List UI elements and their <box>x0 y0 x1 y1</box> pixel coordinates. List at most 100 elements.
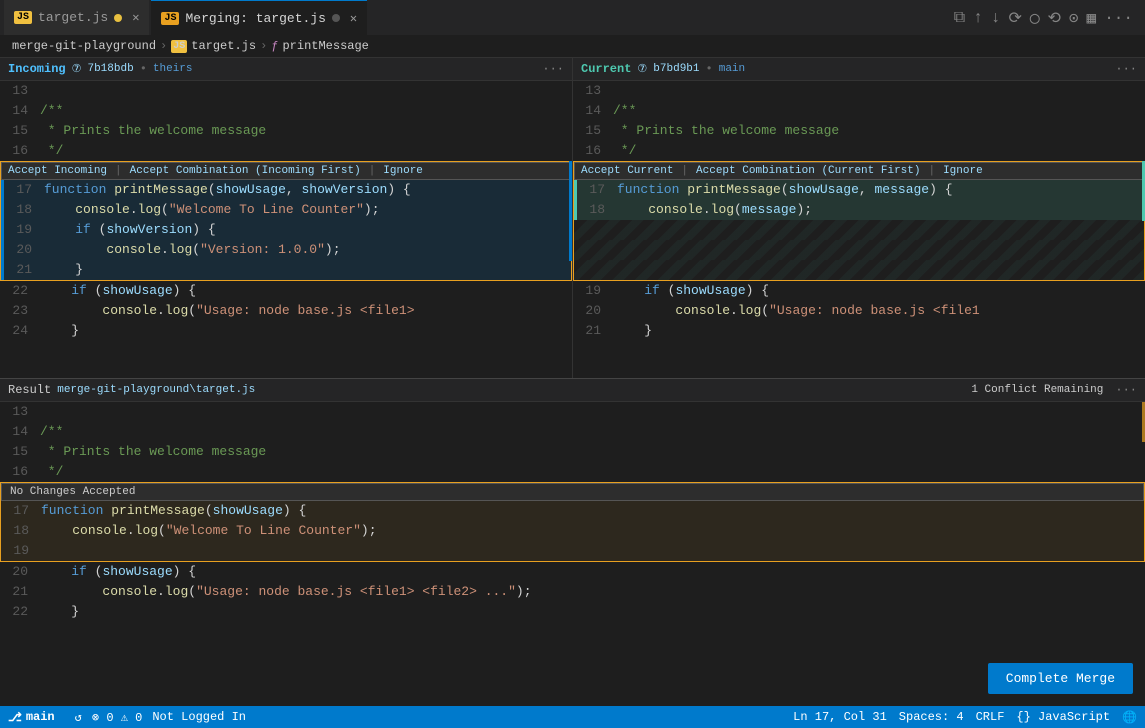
tab-close-icon[interactable]: ✕ <box>350 11 357 26</box>
result-body: 13 14 /** 15 * Prints the welcome messag… <box>0 402 1145 706</box>
sync-icon[interactable]: ↺ <box>75 710 82 725</box>
settings-icon[interactable]: ⊙ <box>1069 8 1079 28</box>
result-conflict-line-18[interactable]: 18 console.log("Welcome To Line Counter"… <box>1 521 1144 541</box>
incoming-more-icon[interactable]: ··· <box>542 62 564 76</box>
tab-merging-target-js[interactable]: JS Merging: target.js ✕ <box>151 0 367 35</box>
complete-merge-button[interactable]: Complete Merge <box>988 663 1133 694</box>
current-label: Current <box>581 62 631 76</box>
func-icon: ƒ <box>271 39 278 53</box>
breadcrumb: merge-git-playground › JS target.js › ƒ … <box>0 35 1145 58</box>
ignore-current-link[interactable]: Ignore <box>943 165 983 177</box>
current-striped-2 <box>574 240 1144 260</box>
breadcrumb-js-icon: JS <box>171 40 187 53</box>
current-conflict-block: Accept Current | Accept Combination (Cur… <box>573 161 1145 281</box>
code-line-23: 23 console.log("Usage: node base.js <fil… <box>0 301 572 321</box>
breadcrumb-workspace[interactable]: merge-git-playground <box>12 39 156 53</box>
breadcrumb-file[interactable]: target.js <box>191 39 256 53</box>
current-pane-body: 13 14 /** 15 * Prints the welcome messag… <box>573 81 1145 378</box>
top-panes: Incoming ⑦ 7b18bdb • theirs ··· 13 14 /*… <box>0 58 1145 378</box>
split-editor-icon[interactable]: ⧉ <box>954 9 965 27</box>
tab-target-js[interactable]: JS target.js ✕ <box>4 0 149 35</box>
incoming-pane-header: Incoming ⑦ 7b18bdb • theirs ··· <box>0 58 572 81</box>
result-conflict-line-19: 19 <box>1 541 1144 561</box>
result-line-13: 13 <box>0 402 1145 422</box>
conflict-line-17-current: 17 function printMessage(showUsage, mess… <box>574 180 1144 200</box>
incoming-scroll-indicator <box>569 161 572 261</box>
current-action-bar: Accept Current | Accept Combination (Cur… <box>574 162 1144 180</box>
result-line-16: 16 */ <box>0 462 1145 482</box>
incoming-code-view: 13 14 /** 15 * Prints the welcome messag… <box>0 81 572 378</box>
current-line-20: 20 console.log("Usage: node base.js <fil… <box>573 301 1145 321</box>
main-content: Incoming ⑦ 7b18bdb • theirs ··· 13 14 /*… <box>0 58 1145 706</box>
result-line-15: 15 * Prints the welcome message <box>0 442 1145 462</box>
cursor-position[interactable]: Ln 17, Col 31 <box>793 710 887 724</box>
warning-icon: ⚠ <box>121 711 128 725</box>
code-line-22: 22 if (showUsage) { <box>0 281 572 301</box>
incoming-commit: 7b18bdb <box>87 63 133 75</box>
conflict-line-21-incoming: 21 } <box>1 260 571 280</box>
tab-dot <box>332 14 340 22</box>
code-line-15: 15 * Prints the welcome message <box>0 121 572 141</box>
result-line-14: 14 /** <box>0 422 1145 442</box>
accept-incoming-link[interactable]: Accept Incoming <box>8 165 107 177</box>
conflict-line-19-incoming: 19 if (showVersion) { <box>1 220 571 240</box>
tab-bar: JS target.js ✕ JS Merging: target.js ✕ ⧉… <box>0 0 1145 35</box>
incoming-conflict-block: Accept Incoming | Accept Combination (In… <box>0 161 572 281</box>
current-line-19: 19 if (showUsage) { <box>573 281 1145 301</box>
breadcrumb-sep2: › <box>260 39 267 53</box>
status-branch[interactable]: ⎇ main <box>8 710 55 725</box>
accept-combo-incoming-link[interactable]: Accept Combination (Incoming First) <box>130 165 361 177</box>
go-back-icon[interactable]: ⟳ <box>1008 8 1021 28</box>
result-more-icon[interactable]: ··· <box>1115 383 1137 397</box>
ignore-incoming-link[interactable]: Ignore <box>383 165 423 177</box>
result-header: Result merge-git-playground\target.js 1 … <box>0 378 1145 402</box>
tab-label: Merging: target.js <box>185 11 325 26</box>
no-changes-label: No Changes Accepted <box>10 486 135 498</box>
result-conflict-line-17[interactable]: 17 function printMessage(showUsage) { <box>1 501 1144 521</box>
current-line-16: 16 */ <box>573 141 1145 161</box>
incoming-commit-icon: ⑦ <box>72 62 82 76</box>
incoming-action-bar: Accept Incoming | Accept Combination (In… <box>1 162 571 180</box>
globe-icon[interactable]: 🌐 <box>1122 710 1137 725</box>
tab-close-icon[interactable]: ✕ <box>132 10 139 25</box>
status-bar: ⎇ main ↺ ⊗ 0 ⚠ 0 Not Logged In Ln 17, Co… <box>0 706 1145 728</box>
result-path: merge-git-playground\target.js <box>57 384 255 396</box>
code-line-14: 14 /** <box>0 101 572 121</box>
spaces-indicator[interactable]: Spaces: 4 <box>899 710 964 724</box>
breadcrumb-func[interactable]: printMessage <box>282 39 368 53</box>
layout-icon[interactable]: ▦ <box>1087 8 1097 28</box>
incoming-pane-body: 13 14 /** 15 * Prints the welcome messag… <box>0 81 572 378</box>
result-line-20: 20 if (showUsage) { <box>0 562 1145 582</box>
current-striped-3 <box>574 260 1144 280</box>
not-logged-in[interactable]: Not Logged In <box>152 710 246 724</box>
result-conflict-block: No Changes Accepted 17 function printMes… <box>0 482 1145 562</box>
eol-indicator[interactable]: CRLF <box>976 710 1005 724</box>
accept-combo-current-link[interactable]: Accept Combination (Current First) <box>696 165 920 177</box>
status-items: ↺ ⊗ 0 ⚠ 0 Not Logged In <box>75 710 246 725</box>
incoming-branch: theirs <box>153 63 193 75</box>
accept-current-link[interactable]: Accept Current <box>581 165 673 177</box>
current-commit: b7bd9b1 <box>653 63 699 75</box>
error-indicator[interactable]: ⊗ 0 ⚠ 0 <box>92 710 142 725</box>
conflict-line-18-incoming: 18 console.log("Welcome To Line Counter"… <box>1 200 571 220</box>
conflict-count: 1 Conflict Remaining <box>971 384 1103 396</box>
forward-icon[interactable]: ⟲ <box>1048 8 1061 28</box>
tab-label: target.js <box>38 10 108 25</box>
more-icon[interactable]: ··· <box>1104 9 1133 27</box>
nav-up-icon[interactable]: ↑ <box>973 9 983 27</box>
code-line-24: 24 } <box>0 321 572 341</box>
branch-label: main <box>26 710 55 724</box>
language-indicator[interactable]: {} JavaScript <box>1016 710 1110 724</box>
current-code-view: 13 14 /** 15 * Prints the welcome messag… <box>573 81 1145 378</box>
conflict-line-20-incoming: 20 console.log("Version: 1.0.0"); <box>1 240 571 260</box>
status-right: Ln 17, Col 31 Spaces: 4 CRLF {} JavaScri… <box>793 710 1137 725</box>
nav-down-icon[interactable]: ↓ <box>991 9 1001 27</box>
current-pane-header: Current ⑦ b7bd9b1 • main ··· <box>573 58 1145 81</box>
tab-modified-dot <box>114 14 122 22</box>
error-icon: ⊗ <box>92 711 99 725</box>
current-striped-1 <box>574 220 1144 240</box>
history-icon[interactable]: ◯ <box>1030 8 1040 28</box>
current-more-icon[interactable]: ··· <box>1115 62 1137 76</box>
tab-actions: ⧉ ↑ ↓ ⟳ ◯ ⟲ ⊙ ▦ ··· <box>954 8 1141 28</box>
js-icon: JS <box>14 11 32 24</box>
